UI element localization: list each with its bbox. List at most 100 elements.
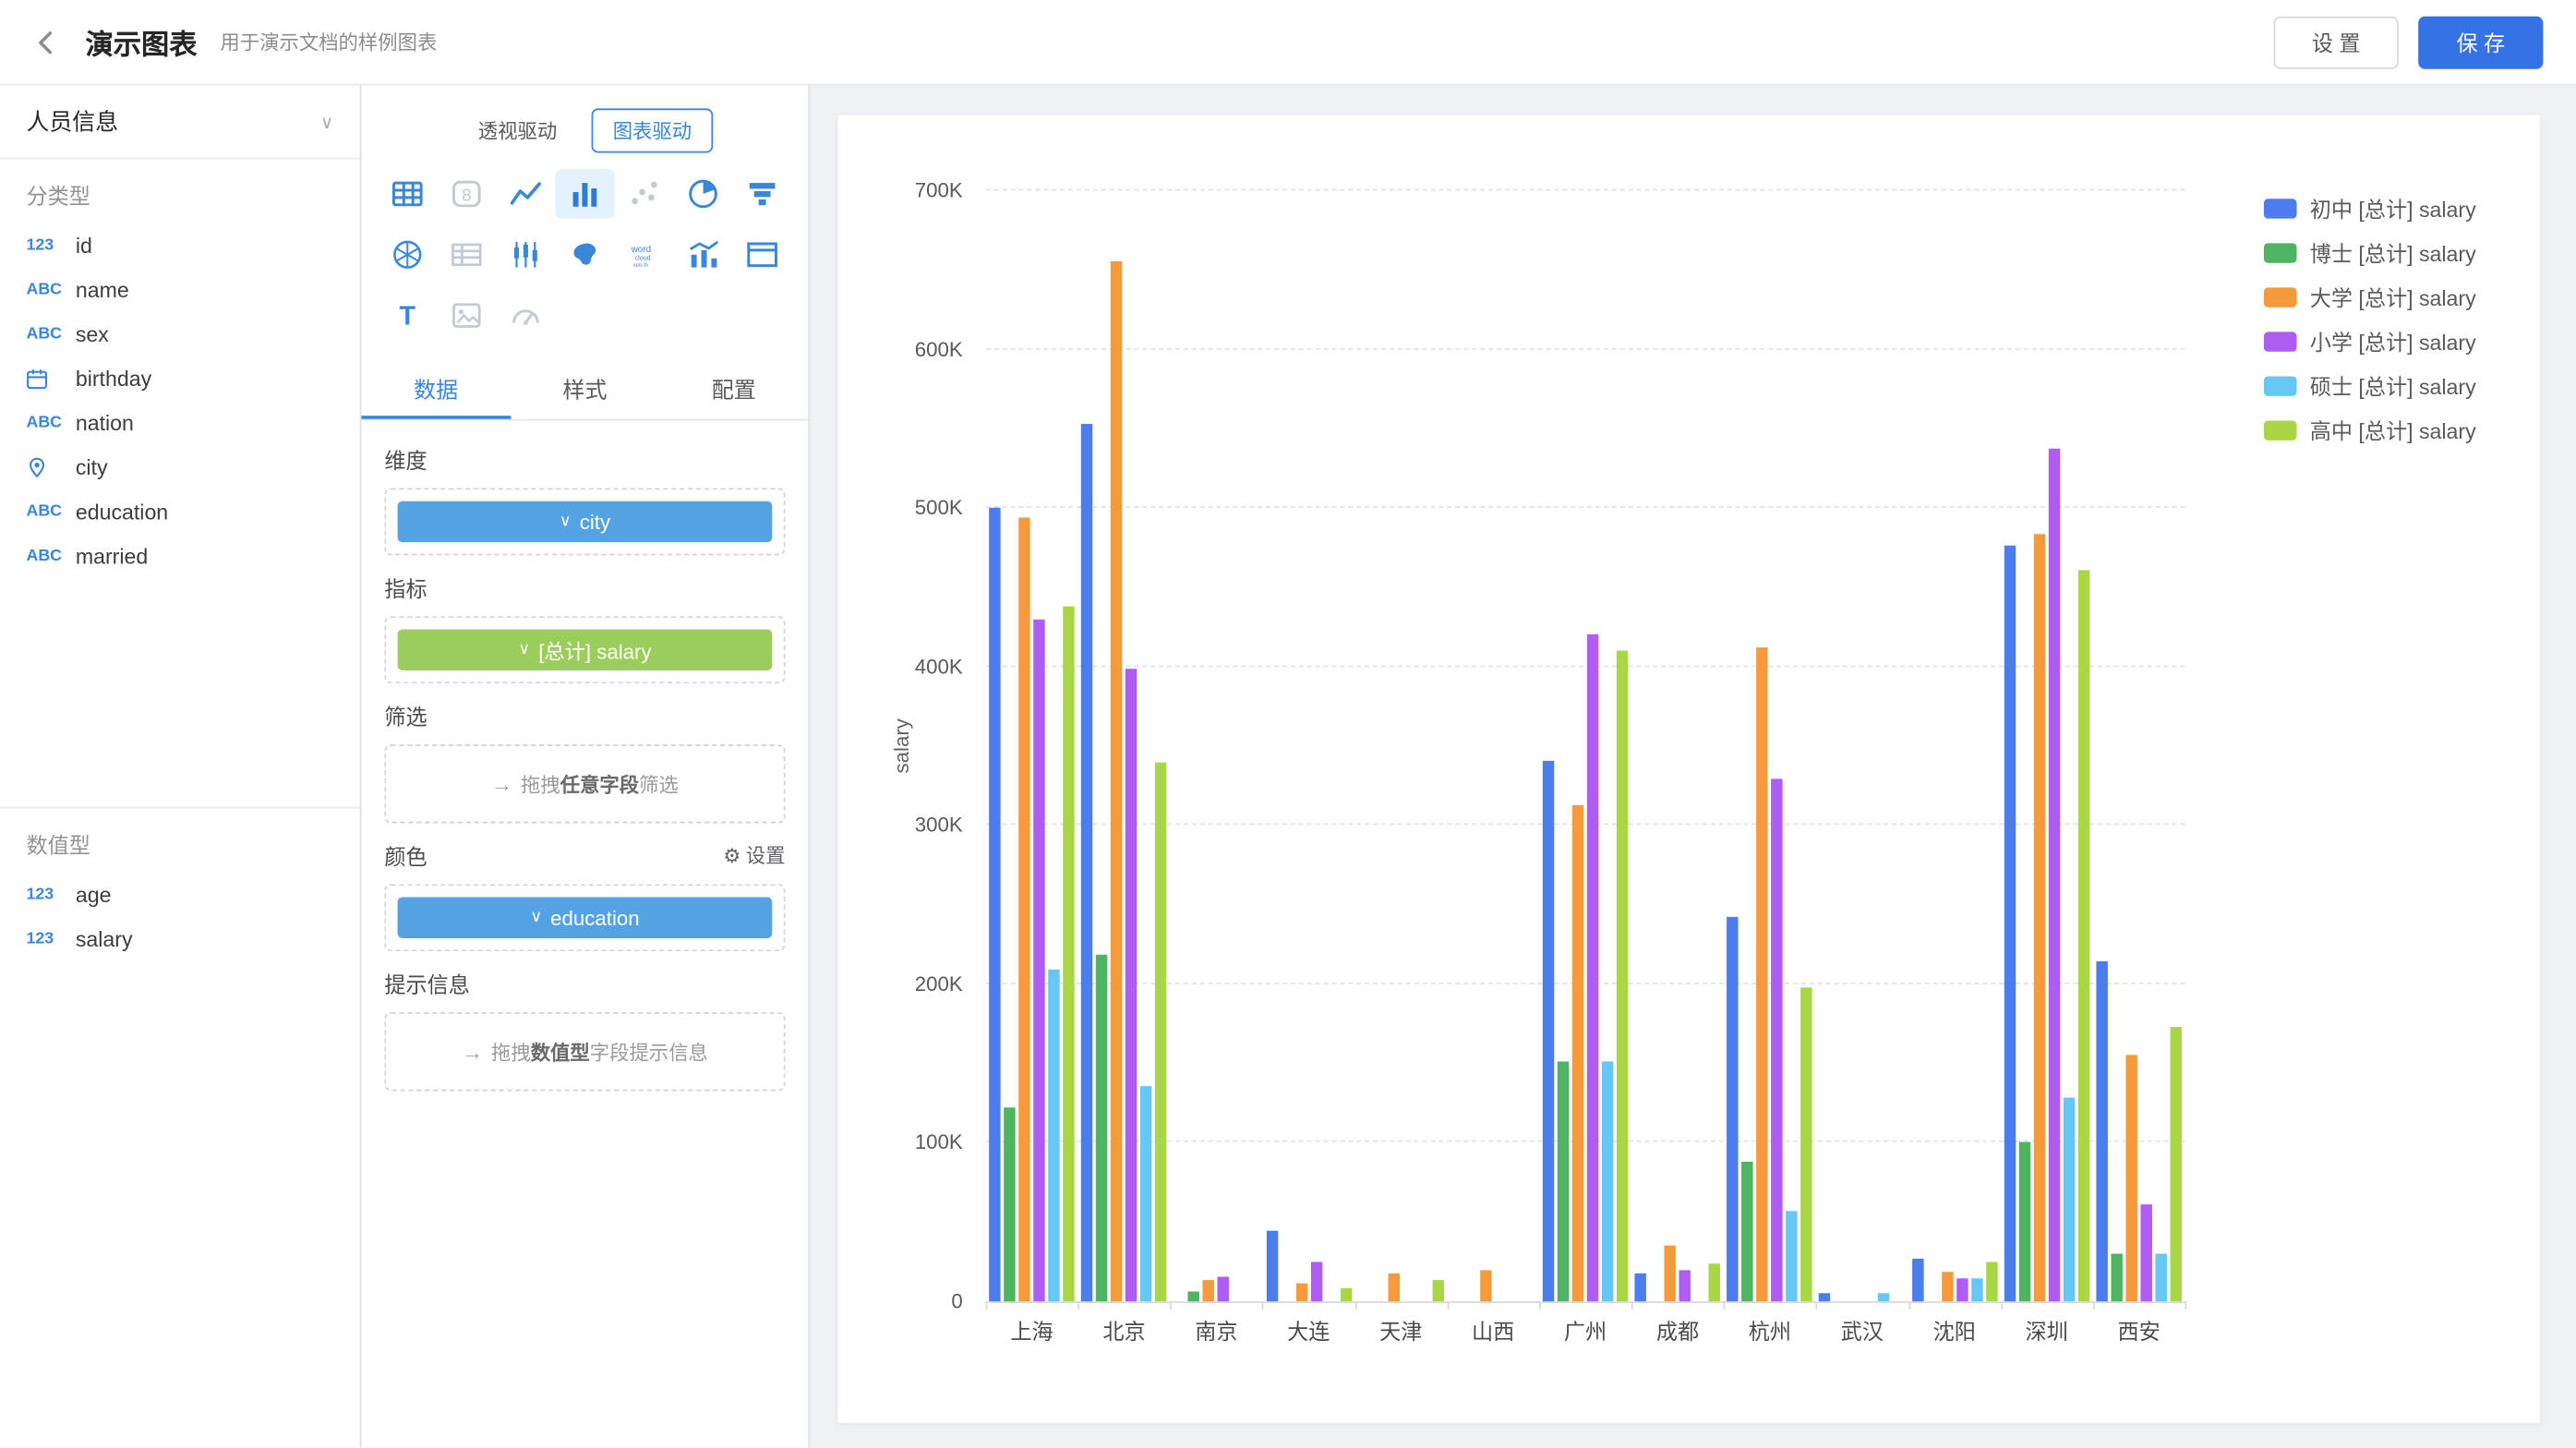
bar[interactable] <box>989 508 1000 1301</box>
text-widget-icon[interactable]: T <box>378 291 437 340</box>
bar[interactable] <box>1635 1273 1646 1301</box>
bar[interactable] <box>1188 1292 1199 1301</box>
bar[interactable] <box>2140 1204 2151 1301</box>
detail-table-icon[interactable] <box>733 230 792 279</box>
bar[interactable] <box>2155 1254 2166 1302</box>
driver-tab-chart[interactable]: 图表驱动 <box>592 108 714 152</box>
bar[interactable] <box>2096 962 2107 1302</box>
legend-item[interactable]: 大学 [总计] salary <box>2264 274 2476 319</box>
bar[interactable] <box>2125 1056 2137 1301</box>
bar[interactable] <box>1480 1270 1491 1301</box>
bar[interactable] <box>1111 262 1122 1301</box>
bar[interactable] <box>1140 1086 1151 1302</box>
bar[interactable] <box>1617 651 1628 1302</box>
bar[interactable] <box>1757 647 1768 1301</box>
legend-item[interactable]: 高中 [总计] salary <box>2264 407 2476 452</box>
table-icon[interactable] <box>378 169 437 218</box>
bar[interactable] <box>1203 1281 1214 1301</box>
bar[interactable] <box>2170 1027 2181 1301</box>
bar[interactable] <box>2111 1254 2122 1302</box>
bar[interactable] <box>1543 760 1554 1301</box>
legend-item[interactable]: 博士 [总计] salary <box>2264 230 2476 274</box>
filter-dropzone[interactable]: → 拖拽任意字段筛选 <box>384 744 785 823</box>
field-item-birthday[interactable]: birthday <box>0 356 360 401</box>
bar[interactable] <box>1218 1276 1229 1301</box>
map-chart-icon[interactable] <box>555 230 614 279</box>
field-item-id[interactable]: 123id <box>0 223 360 268</box>
bar[interactable] <box>1787 1211 1798 1301</box>
legend-item[interactable]: 硕士 [总计] salary <box>2264 363 2476 407</box>
bar[interactable] <box>1125 669 1137 1302</box>
save-button[interactable]: 保 存 <box>2418 16 2543 68</box>
bar[interactable] <box>1081 424 1092 1301</box>
dimension-dropzone[interactable]: ∨ city <box>384 488 785 555</box>
bar[interactable] <box>1340 1288 1351 1301</box>
config-tab-data[interactable]: 数据 <box>361 360 510 419</box>
color-dropzone[interactable]: ∨ education <box>384 884 785 951</box>
bar[interactable] <box>1572 804 1583 1301</box>
bar[interactable] <box>2018 1142 2029 1301</box>
bar[interactable] <box>2048 450 2059 1302</box>
field-item-name[interactable]: ABCname <box>0 268 360 312</box>
pie-chart-icon[interactable] <box>674 169 733 218</box>
bar[interactable] <box>1602 1062 1613 1301</box>
legend-item[interactable]: 初中 [总计] salary <box>2264 186 2476 230</box>
bar[interactable] <box>1956 1279 1968 1301</box>
radar-chart-icon[interactable] <box>378 230 437 279</box>
bar[interactable] <box>1879 1294 1890 1302</box>
bar[interactable] <box>1912 1259 1923 1301</box>
driver-tab-pivot[interactable]: 透视驱动 <box>457 108 579 152</box>
bar[interactable] <box>1033 619 1044 1301</box>
bar[interactable] <box>2004 546 2015 1301</box>
bar[interactable] <box>2077 570 2088 1301</box>
field-item-nation[interactable]: ABCnation <box>0 401 360 445</box>
bar[interactable] <box>1971 1277 1982 1301</box>
bar[interactable] <box>1004 1108 1015 1302</box>
bar[interactable] <box>1063 607 1074 1302</box>
bar[interactable] <box>2063 1098 2074 1301</box>
field-item-education[interactable]: ABCeducation <box>0 489 360 534</box>
tooltip-dropzone[interactable]: → 拖拽数值型字段提示信息 <box>384 1012 785 1091</box>
combo-chart-icon[interactable] <box>674 230 733 279</box>
bar[interactable] <box>1986 1261 1997 1301</box>
bar[interactable] <box>1266 1230 1277 1301</box>
bar[interactable] <box>1727 917 1739 1301</box>
back-button[interactable] <box>19 16 72 68</box>
metric-pill-salary[interactable]: ∨ [总计] salary <box>398 629 773 670</box>
color-settings-link[interactable]: ⚙ 设置 <box>723 841 785 869</box>
field-item-age[interactable]: 123age <box>0 873 360 917</box>
config-tab-setting[interactable]: 配置 <box>659 360 808 419</box>
bar[interactable] <box>1587 635 1598 1302</box>
color-pill-education[interactable]: ∨ education <box>398 898 773 938</box>
bar[interactable] <box>1018 517 1029 1301</box>
metric-dropzone[interactable]: ∨ [总计] salary <box>384 616 785 683</box>
wordcloud-chart-icon[interactable]: wordcloudapis tb <box>614 230 673 279</box>
dataset-header[interactable]: 人员信息 ∨ <box>0 86 360 160</box>
bar[interactable] <box>1155 762 1166 1301</box>
bar[interactable] <box>1942 1272 1953 1302</box>
bar[interactable] <box>1742 1162 1753 1301</box>
bar[interactable] <box>1801 987 1812 1301</box>
candlestick-chart-icon[interactable] <box>496 230 555 279</box>
bar[interactable] <box>1558 1062 1569 1301</box>
settings-button[interactable]: 设 置 <box>2274 16 2399 68</box>
bar[interactable] <box>2033 534 2044 1302</box>
bar[interactable] <box>1295 1284 1306 1301</box>
legend-item[interactable]: 小学 [总计] salary <box>2264 319 2476 363</box>
bar[interactable] <box>1709 1263 1720 1301</box>
bar[interactable] <box>1679 1270 1691 1301</box>
bar[interactable] <box>1432 1281 1443 1301</box>
config-tab-style[interactable]: 样式 <box>511 360 659 419</box>
bar[interactable] <box>1820 1294 1831 1302</box>
bar[interactable] <box>1665 1246 1676 1301</box>
field-item-salary[interactable]: 123salary <box>0 917 360 961</box>
funnel-chart-icon[interactable] <box>733 169 792 218</box>
bar[interactable] <box>1772 779 1783 1301</box>
bar[interactable] <box>1096 956 1107 1302</box>
bar-chart-icon[interactable] <box>555 169 614 218</box>
line-chart-icon[interactable] <box>496 169 555 218</box>
bar[interactable] <box>1310 1261 1321 1301</box>
dimension-pill-city[interactable]: ∨ city <box>398 501 773 542</box>
field-item-sex[interactable]: ABCsex <box>0 312 360 356</box>
bar[interactable] <box>1048 970 1059 1301</box>
